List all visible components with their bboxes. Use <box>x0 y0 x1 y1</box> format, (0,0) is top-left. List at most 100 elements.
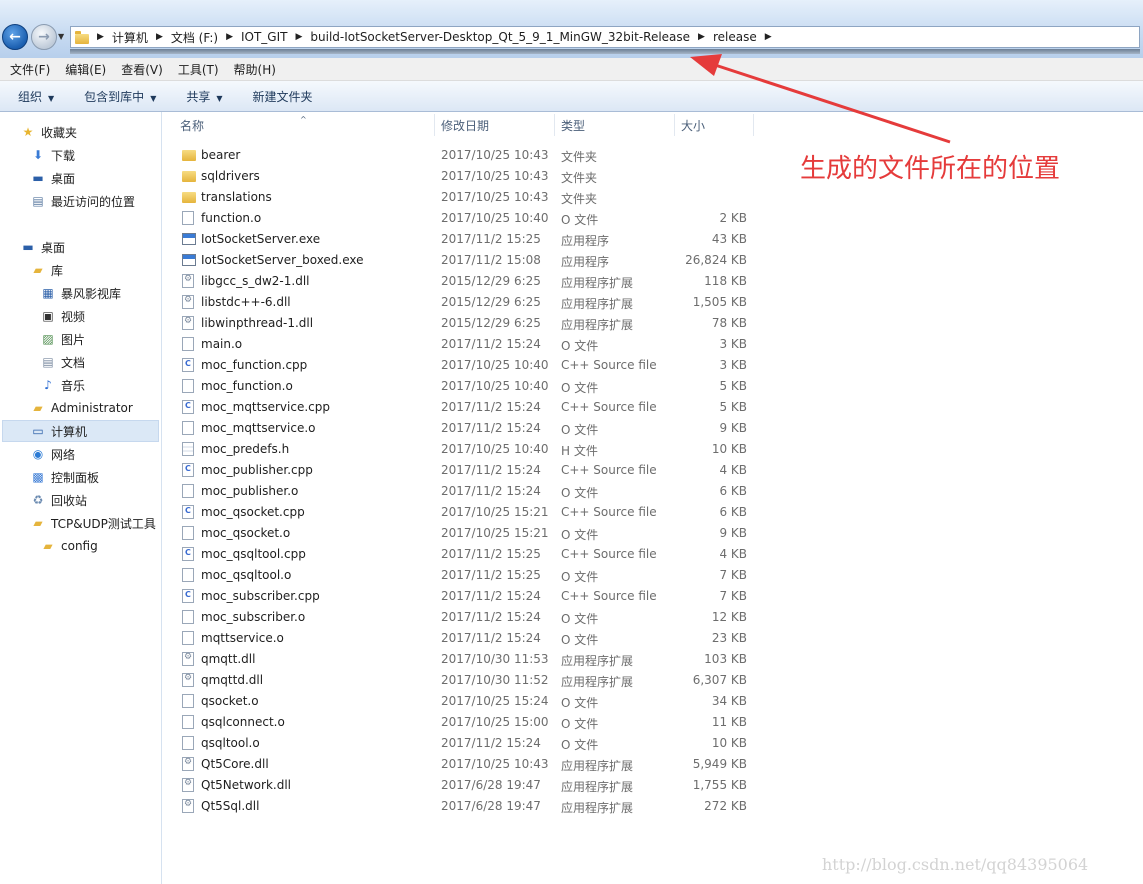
file-row[interactable]: main.o 2017/11/2 15:24 O 文件 3 KB <box>180 334 760 354</box>
chevron-right-icon[interactable]: ▶ <box>698 32 705 42</box>
dll-icon <box>182 799 194 813</box>
menu-help[interactable]: 帮助(H) <box>234 61 276 78</box>
file-date: 2017/10/30 11:53 <box>441 652 549 666</box>
file-size: 1,505 KB <box>692 295 747 309</box>
sidebar-item-pictures[interactable]: ▨ 图片 <box>40 329 85 349</box>
sidebar-item-admin[interactable]: ▰ Administrator <box>30 398 132 418</box>
file-row[interactable]: moc_predefs.h 2017/10/25 10:40 H 文件 10 KB <box>180 439 760 459</box>
new-folder-button[interactable]: 新建文件夹 <box>253 88 313 105</box>
menu-tools[interactable]: 工具(T) <box>178 61 219 78</box>
file-name: Qt5Network.dll <box>201 778 291 792</box>
file-name: moc_predefs.h <box>201 442 290 456</box>
breadcrumb-release[interactable]: release <box>713 30 757 44</box>
file-size: 78 KB <box>711 316 747 330</box>
file-row[interactable]: IotSocketServer_boxed.exe 2017/11/2 15:08… <box>180 250 760 270</box>
file-row[interactable]: qsocket.o 2017/10/25 15:24 O 文件 34 KB <box>180 691 760 711</box>
sidebar-item-video[interactable]: ▣ 视频 <box>40 306 85 326</box>
sidebar-item-library[interactable]: ▰ 库 <box>30 260 63 280</box>
file-row[interactable]: moc_function.o 2017/10/25 10:40 O 文件 5 KB <box>180 376 760 396</box>
file-row[interactable]: Qt5Core.dll 2017/10/25 10:43 应用程序扩展 5,949 K… <box>180 754 760 774</box>
file-type: 文件夹 <box>561 192 598 206</box>
breadcrumb-build[interactable]: build-IotSocketServer-Desktop_Qt_5_9_1_M… <box>310 30 690 44</box>
chevron-right-icon[interactable]: ▶ <box>765 32 772 42</box>
share-button[interactable]: 共享 ▼ <box>186 88 222 105</box>
control-panel-icon: ▩ <box>32 470 44 484</box>
sidebar-item-recycle[interactable]: ♻ 回收站 <box>30 490 87 510</box>
file-size: 34 KB <box>711 694 747 708</box>
breadcrumb-iot-git[interactable]: IOT_GIT <box>241 30 287 44</box>
sidebar-item-storm[interactable]: ▦ 暴风影视库 <box>40 283 121 303</box>
back-button[interactable]: ← <box>2 24 28 50</box>
cpp-icon <box>182 547 194 561</box>
sidebar-item-config[interactable]: ▰ config <box>40 536 97 556</box>
file-row[interactable]: libstdc++-6.dll 2015/12/29 6:25 应用程序扩展 1,50… <box>180 292 760 312</box>
sidebar-item-favorites[interactable]: ★ 收藏夹 <box>20 122 77 142</box>
menu-edit[interactable]: 编辑(E) <box>65 61 106 78</box>
file-row[interactable]: libwinpthread-1.dll 2015/12/29 6:25 应用程序扩展… <box>180 313 760 333</box>
column-divider[interactable] <box>753 114 754 136</box>
file-row[interactable]: moc_mqttservice.o 2017/11/2 15:24 O 文件 9 KB <box>180 418 760 438</box>
file-row[interactable]: IotSocketServer.exe 2017/11/2 15:25 应用程序 43… <box>180 229 760 249</box>
file-name: sqldrivers <box>201 169 260 183</box>
column-header-date[interactable]: 修改日期 <box>441 112 489 138</box>
sidebar-item-desktop-fav[interactable]: ▬ 桌面 <box>30 168 75 188</box>
file-row[interactable]: moc_subscriber.o 2017/11/2 15:24 O 文件 12 KB <box>180 607 760 627</box>
file-row[interactable]: bearer 2017/10/25 10:43 文件夹 <box>180 145 760 165</box>
column-divider[interactable] <box>674 114 675 136</box>
file-row[interactable]: qmqtt.dll 2017/10/30 11:53 应用程序扩展 103 KB <box>180 649 760 669</box>
address-bar[interactable]: ▶ 计算机 ▶ 文档 (F:) ▶ IOT_GIT ▶ build-IotSoc… <box>70 26 1140 48</box>
column-header-type[interactable]: 类型 <box>561 112 585 138</box>
sidebar-item-desktop[interactable]: ▬ 桌面 <box>20 237 65 257</box>
organize-button[interactable]: 组织 ▼ <box>18 88 54 105</box>
column-divider[interactable] <box>434 114 435 136</box>
file-row[interactable]: moc_qsqltool.o 2017/11/2 15:25 O 文件 7 KB <box>180 565 760 585</box>
file-date: 2015/12/29 6:25 <box>441 316 541 330</box>
sidebar-item-control-panel[interactable]: ▩ 控制面板 <box>30 467 99 487</box>
file-row[interactable]: sqldrivers 2017/10/25 10:43 文件夹 <box>180 166 760 186</box>
file-type: 应用程序扩展 <box>561 297 634 311</box>
sidebar-item-music[interactable]: ♪ 音乐 <box>40 375 85 395</box>
desktop-icon: ▬ <box>32 171 44 185</box>
file-row[interactable]: moc_publisher.o 2017/11/2 15:24 O 文件 6 KB <box>180 481 760 501</box>
column-header-name[interactable]: 名称 <box>180 112 204 138</box>
file-row[interactable]: moc_qsocket.o 2017/10/25 15:21 O 文件 9 KB <box>180 523 760 543</box>
chevron-right-icon[interactable]: ▶ <box>97 32 104 42</box>
file-row[interactable]: qsqltool.o 2017/11/2 15:24 O 文件 10 KB <box>180 733 760 753</box>
menu-file[interactable]: 文件(F) <box>10 61 50 78</box>
breadcrumb-drive[interactable]: 文档 (F:) <box>171 29 218 46</box>
sidebar-item-tcp-tool[interactable]: ▰ TCP&UDP测试工具 <box>30 513 156 533</box>
menu-view[interactable]: 查看(V) <box>121 61 163 78</box>
file-row[interactable]: libgcc_s_dw2-1.dll 2015/12/29 6:25 应用程序扩展 1… <box>180 271 760 291</box>
file-row[interactable]: qmqttd.dll 2017/10/30 11:52 应用程序扩展 6,307 KB <box>180 670 760 690</box>
include-library-button[interactable]: 包含到库中 ▼ <box>84 88 156 105</box>
file-row[interactable]: qsqlconnect.o 2017/10/25 15:00 O 文件 11 KB <box>180 712 760 732</box>
column-divider[interactable] <box>554 114 555 136</box>
sidebar-item-computer[interactable]: ▭ 计算机 <box>30 421 87 441</box>
file-row[interactable]: moc_mqttservice.cpp 2017/11/2 15:24 C++ So… <box>180 397 760 417</box>
file-date: 2017/10/25 10:43 <box>441 757 549 771</box>
file-row[interactable]: moc_qsqltool.cpp 2017/11/2 15:25 C++ Sourc… <box>180 544 760 564</box>
file-row[interactable]: mqttservice.o 2017/11/2 15:24 O 文件 23 KB <box>180 628 760 648</box>
file-row[interactable]: Qt5Sql.dll 2017/6/28 19:47 应用程序扩展 272 KB <box>180 796 760 816</box>
file-row[interactable]: moc_qsocket.cpp 2017/10/25 15:21 C++ Sourc… <box>180 502 760 522</box>
chevron-right-icon[interactable]: ▶ <box>226 32 233 42</box>
chevron-right-icon[interactable]: ▶ <box>295 32 302 42</box>
chevron-right-icon[interactable]: ▶ <box>156 32 163 42</box>
sidebar-item-documents[interactable]: ▤ 文档 <box>40 352 85 372</box>
sidebar-item-recent[interactable]: ▤ 最近访问的位置 <box>30 191 135 211</box>
breadcrumb-computer[interactable]: 计算机 <box>112 29 148 46</box>
history-dropdown-icon[interactable]: ▼ <box>58 32 64 41</box>
navigation-pane[interactable]: ★ 收藏夹 ⬇ 下载 ▬ 桌面 ▤ 最近访问的位置 ▬ 桌面 ▰ 库 ▦ 暴风影视库 ▣ 视频 … <box>0 112 162 884</box>
column-header-size[interactable]: 大小 <box>681 112 705 138</box>
file-row[interactable]: translations 2017/10/25 10:43 文件夹 <box>180 187 760 207</box>
file-row[interactable]: moc_function.cpp 2017/10/25 10:40 C++ Sour… <box>180 355 760 375</box>
file-row[interactable]: Qt5Network.dll 2017/6/28 19:47 应用程序扩展 1,755… <box>180 775 760 795</box>
file-type: O 文件 <box>561 381 599 395</box>
file-row[interactable]: moc_subscriber.cpp 2017/11/2 15:24 C++ Sou… <box>180 586 760 606</box>
sidebar-item-network[interactable]: ◉ 网络 <box>30 444 75 464</box>
file-size: 6 KB <box>719 484 747 498</box>
file-row[interactable]: function.o 2017/10/25 10:40 O 文件 2 KB <box>180 208 760 228</box>
sidebar-item-downloads[interactable]: ⬇ 下载 <box>30 145 75 165</box>
file-row[interactable]: moc_publisher.cpp 2017/11/2 15:24 C++ Sour… <box>180 460 760 480</box>
forward-button[interactable]: → <box>31 24 57 50</box>
